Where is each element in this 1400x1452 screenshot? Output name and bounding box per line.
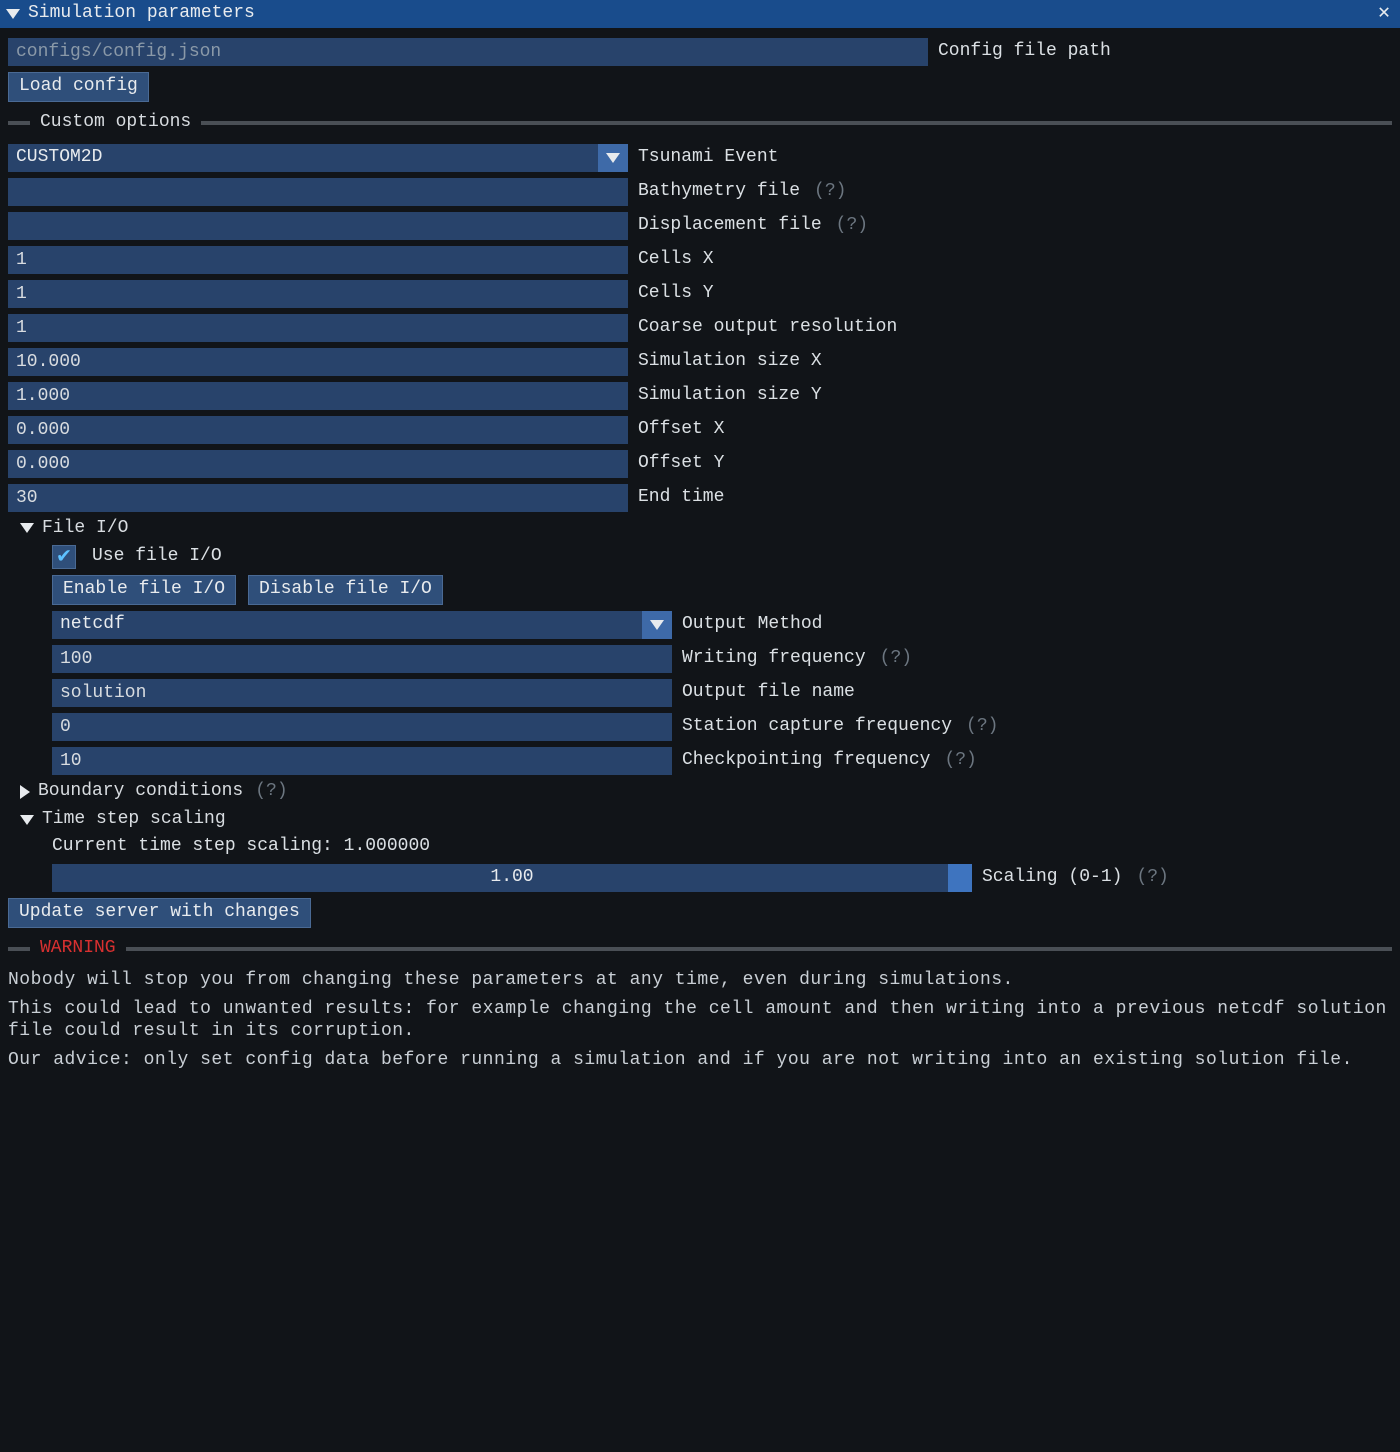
config-path-input[interactable] [8,38,928,66]
sim-size-y-input[interactable] [8,382,628,410]
tsunami-event-value: CUSTOM2D [8,144,598,172]
offset-x-input[interactable] [8,416,628,444]
disable-file-io-button[interactable]: Disable file I/O [248,575,443,605]
bathymetry-file-input[interactable] [8,178,628,206]
scaling-slider[interactable]: 1.00 [52,864,972,892]
cells-x-label: Cells X [638,249,714,271]
boundary-conditions-header[interactable]: Boundary conditions (?) [20,781,1392,803]
load-config-button[interactable]: Load config [8,72,149,102]
output-file-name-label: Output file name [682,682,855,704]
output-method-value: netcdf [52,611,642,639]
close-icon[interactable]: ✕ [1374,2,1394,26]
use-file-io-label: Use file I/O [92,546,222,568]
warning-label: WARNING [40,938,116,960]
output-method-select[interactable]: netcdf [52,611,672,639]
station-capture-frequency-hint[interactable]: (?) [966,716,998,738]
config-path-row: Config file path [8,38,1392,66]
sim-size-y-label: Simulation size Y [638,385,822,407]
expand-icon [20,523,34,533]
writing-frequency-label: Writing frequency [682,648,866,670]
checkpointing-frequency-hint[interactable]: (?) [944,750,976,772]
displacement-file-hint[interactable]: (?) [836,215,868,237]
boundary-conditions-title: Boundary conditions [38,781,243,803]
chevron-down-icon [606,153,620,163]
checkpointing-frequency-label: Checkpointing frequency [682,750,930,772]
expand-icon [20,815,34,825]
cells-y-label: Cells Y [638,283,714,305]
tsunami-event-select[interactable]: CUSTOM2D [8,144,628,172]
current-time-step-scaling: Current time step scaling: 1.000000 [52,836,430,858]
window-title: Simulation parameters [28,3,1366,25]
offset-y-label: Offset Y [638,453,724,475]
output-method-dropdown-button[interactable] [642,611,672,639]
enable-file-io-button[interactable]: Enable file I/O [52,575,236,605]
scaling-label: Scaling (0-1) [982,867,1122,889]
scaling-slider-handle[interactable] [948,864,972,892]
cells-y-input[interactable] [8,280,628,308]
checkpointing-frequency-input[interactable] [52,747,672,775]
sim-size-x-label: Simulation size X [638,351,822,373]
time-step-scaling-header[interactable]: Time step scaling [20,809,1392,831]
output-file-name-input[interactable] [52,679,672,707]
scaling-hint[interactable]: (?) [1136,867,1168,889]
warning-text-2: This could lead to unwanted results: for… [8,999,1392,1042]
writing-frequency-hint[interactable]: (?) [880,648,912,670]
warning-text-3: Our advice: only set config data before … [8,1050,1392,1072]
custom-options-label: Custom options [40,112,191,134]
end-time-label: End time [638,487,724,509]
output-method-label: Output Method [682,614,822,636]
cells-x-input[interactable] [8,246,628,274]
boundary-conditions-hint[interactable]: (?) [255,781,287,803]
station-capture-frequency-label: Station capture frequency [682,716,952,738]
file-io-title: File I/O [42,518,128,540]
bathymetry-file-hint[interactable]: (?) [814,181,846,203]
update-server-button[interactable]: Update server with changes [8,898,311,928]
sim-size-x-input[interactable] [8,348,628,376]
offset-x-label: Offset X [638,419,724,441]
tsunami-event-label: Tsunami Event [638,147,778,169]
chevron-down-icon [650,620,664,630]
station-capture-frequency-input[interactable] [52,713,672,741]
expand-icon [20,785,30,799]
warning-separator: WARNING [8,938,1392,960]
writing-frequency-input[interactable] [52,645,672,673]
bathymetry-file-label: Bathymetry file [638,181,800,203]
tsunami-event-dropdown-button[interactable] [598,144,628,172]
collapse-icon[interactable] [6,9,20,19]
config-path-label: Config file path [938,41,1111,63]
offset-y-input[interactable] [8,450,628,478]
coarse-output-label: Coarse output resolution [638,317,897,339]
displacement-file-input[interactable] [8,212,628,240]
custom-options-separator: Custom options [8,112,1392,134]
displacement-file-label: Displacement file [638,215,822,237]
file-io-header[interactable]: File I/O [20,518,1392,540]
check-icon: ✔ [57,546,70,568]
titlebar[interactable]: Simulation parameters ✕ [0,0,1400,28]
end-time-input[interactable] [8,484,628,512]
warning-text-1: Nobody will stop you from changing these… [8,970,1392,992]
coarse-output-input[interactable] [8,314,628,342]
use-file-io-checkbox[interactable]: ✔ [52,545,76,569]
scaling-slider-value: 1.00 [490,867,533,889]
simulation-parameters-window: Simulation parameters ✕ Config file path… [0,0,1400,1096]
time-step-scaling-title: Time step scaling [42,809,226,831]
tsunami-event-row: CUSTOM2D Tsunami Event [8,144,1392,172]
